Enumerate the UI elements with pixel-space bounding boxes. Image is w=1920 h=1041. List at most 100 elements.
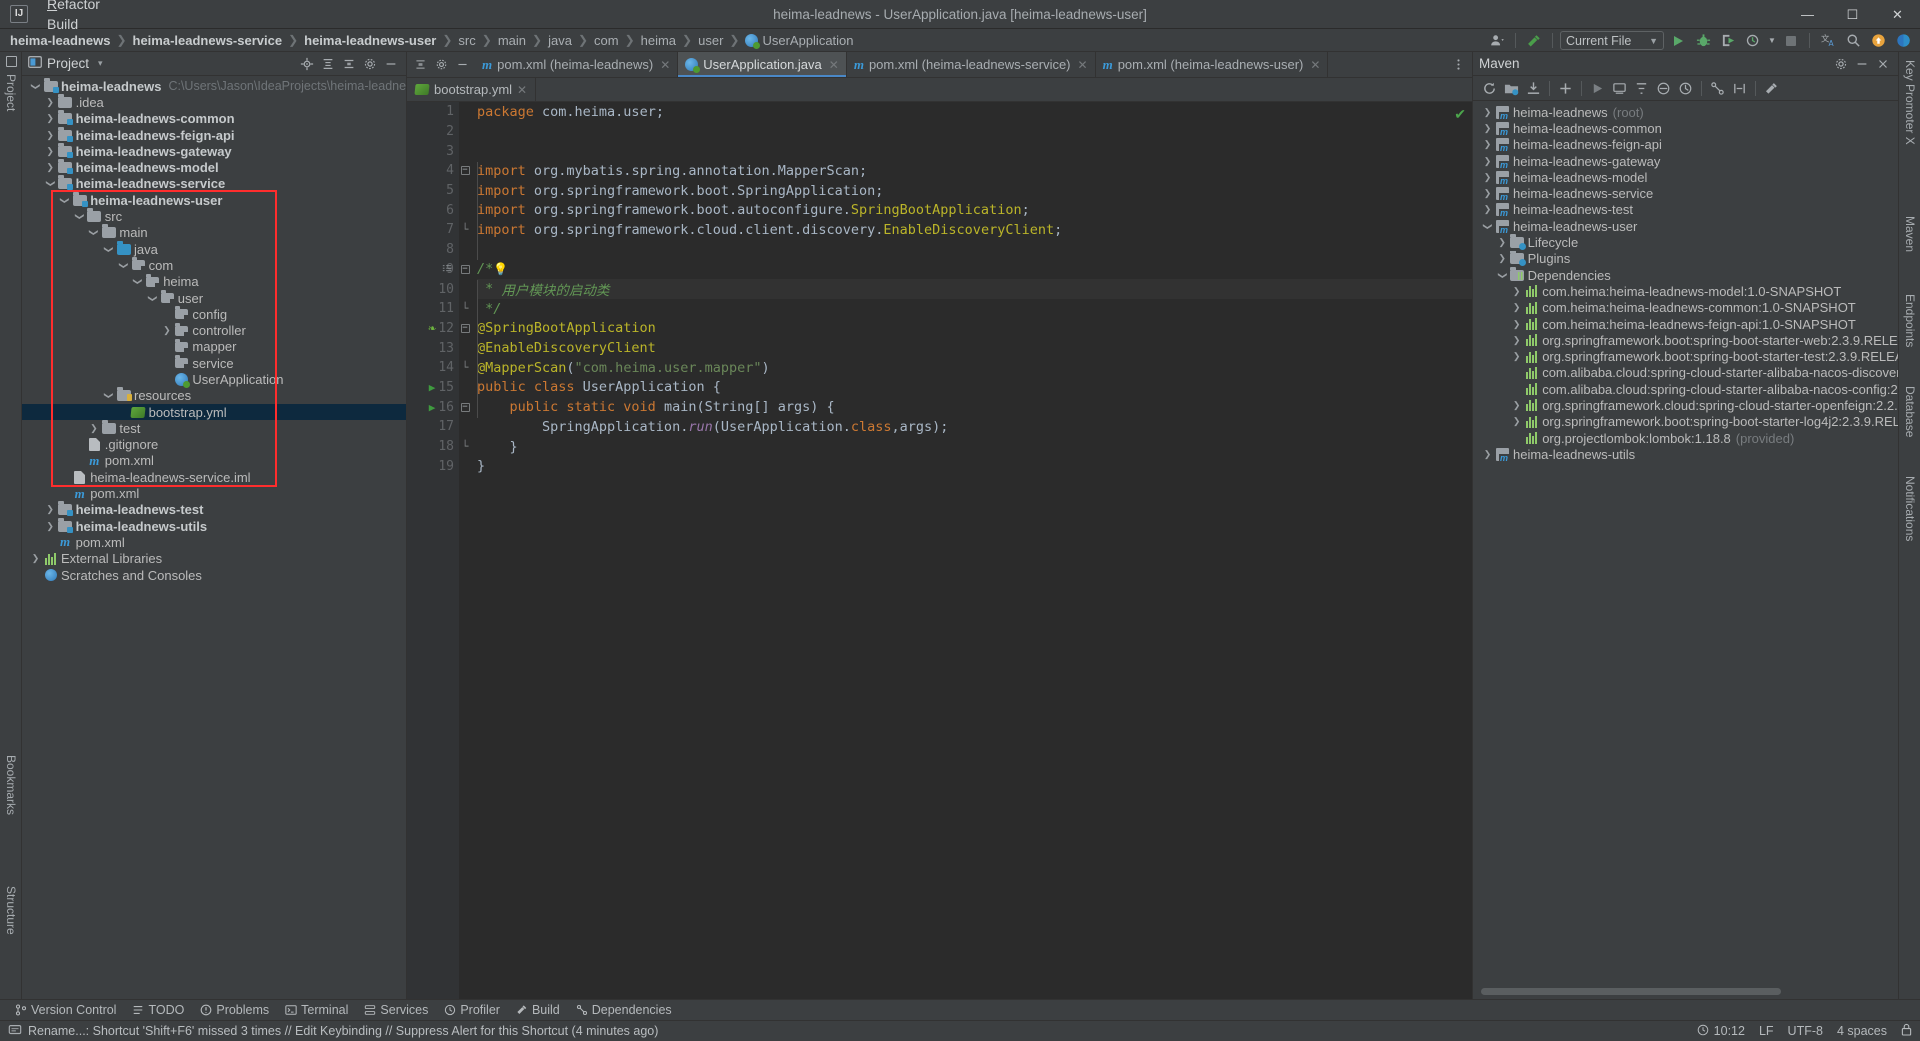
tree-node-selected[interactable]: bootstrap.yml: [22, 404, 406, 420]
breadcrumb-item-heima-leadnews[interactable]: heima-leadnews: [8, 33, 112, 48]
maven-tree-node[interactable]: org.projectlombok:lombok:1.18.8(provided…: [1473, 430, 1898, 446]
stripe-button-notifications[interactable]: Notifications: [1901, 472, 1919, 545]
chevron-right-icon[interactable]: ❯: [1481, 188, 1494, 199]
settings-icon[interactable]: [1761, 78, 1782, 98]
bottom-tool-problems[interactable]: Problems: [193, 1002, 276, 1018]
maven-tree-node[interactable]: ❯com.heima:heima-leadnews-model:1.0-SNAP…: [1473, 283, 1898, 299]
breadcrumb-item-heima[interactable]: heima: [639, 33, 678, 48]
maven-tree-node[interactable]: ❯Lifecycle: [1473, 234, 1898, 250]
tree-node[interactable]: .gitignore: [22, 437, 406, 453]
maven-tree-node[interactable]: ❯heima-leadnews-feign-api: [1473, 137, 1898, 153]
stripe-button-endpoints[interactable]: Endpoints: [1901, 290, 1919, 351]
close-button[interactable]: ✕: [1875, 0, 1920, 29]
tree-node[interactable]: ❯resources: [22, 388, 406, 404]
maven-tree-node[interactable]: ❯org.springframework.boot:spring-boot-st…: [1473, 332, 1898, 348]
collapse-all-icon[interactable]: [411, 56, 429, 74]
debug-icon[interactable]: [1692, 30, 1714, 51]
chevron-right-icon[interactable]: ❯: [1481, 204, 1494, 215]
settings-gear-icon[interactable]: [360, 54, 379, 73]
chevron-down-icon[interactable]: ❯: [74, 210, 85, 223]
chevron-right-icon[interactable]: ❯: [29, 553, 42, 564]
breadcrumb-item-java[interactable]: java: [546, 33, 574, 48]
account-icon[interactable]: [1486, 30, 1508, 51]
maven-tree-node[interactable]: ❯heima-leadnews-user: [1473, 218, 1898, 234]
breadcrumb-item-main[interactable]: main: [496, 33, 528, 48]
chevron-down-icon[interactable]: ❯: [132, 275, 143, 288]
chevron-down-icon[interactable]: ▾: [98, 58, 103, 69]
run-with-coverage-icon[interactable]: [1717, 30, 1739, 51]
chevron-right-icon[interactable]: ❯: [44, 113, 57, 124]
editor-fold-column[interactable]: −└−└−└−└: [459, 102, 471, 999]
status-encoding[interactable]: UTF-8: [1788, 1024, 1823, 1038]
chevron-right-icon[interactable]: ❯: [1510, 302, 1523, 313]
status-indent[interactable]: 4 spaces: [1837, 1024, 1887, 1038]
tree-node[interactable]: ❯src: [22, 208, 406, 224]
chevron-right-icon[interactable]: ❯: [1481, 172, 1494, 183]
bottom-tool-version-control[interactable]: Version Control: [8, 1002, 123, 1018]
maven-tree-node[interactable]: ❯org.springframework.boot:spring-boot-st…: [1473, 348, 1898, 364]
tree-node[interactable]: mpom.xml: [22, 485, 406, 501]
collapse-all-icon[interactable]: [339, 54, 358, 73]
chevron-down-icon[interactable]: ▼: [1767, 30, 1777, 51]
event-log-icon[interactable]: [8, 1023, 22, 1040]
ide-feature-icon[interactable]: [1892, 30, 1914, 51]
maven-horizontal-scrollbar[interactable]: [1481, 988, 1888, 995]
bottom-tool-services[interactable]: Services: [357, 1002, 435, 1018]
maven-tree-node[interactable]: ❯Plugins: [1473, 251, 1898, 267]
maven-tree-node[interactable]: ❯heima-leadnews(root): [1473, 104, 1898, 120]
add-icon[interactable]: [1555, 78, 1576, 98]
breadcrumb-item-userapplication[interactable]: UserApplication: [743, 33, 855, 48]
tree-node[interactable]: ❯heima: [22, 274, 406, 290]
code-fold-marker[interactable]: −: [459, 161, 471, 181]
hide-panel-icon[interactable]: [381, 54, 400, 73]
bottom-tool-profiler[interactable]: Profiler: [437, 1002, 507, 1018]
chevron-down-icon[interactable]: ❯: [45, 177, 56, 190]
tree-node[interactable]: ❯main: [22, 225, 406, 241]
tree-node[interactable]: ❯heima-leadnews-gateway: [22, 143, 406, 159]
maven-tree-node[interactable]: ❯heima-leadnews-common: [1473, 120, 1898, 136]
maven-tree-node[interactable]: ❯Dependencies: [1473, 267, 1898, 283]
close-icon[interactable]: ✕: [517, 83, 527, 97]
tree-node[interactable]: config: [22, 306, 406, 322]
breadcrumb-item-heima-leadnews-user[interactable]: heima-leadnews-user: [302, 33, 438, 48]
tree-node[interactable]: ❯heima-leadnews-utils: [22, 518, 406, 534]
chevron-down-icon[interactable]: ❯: [118, 259, 129, 272]
tree-node[interactable]: Scratches and Consoles: [22, 567, 406, 583]
editor-tab-overflow[interactable]: [1445, 52, 1472, 77]
maven-tree-node[interactable]: ❯heima-leadnews-test: [1473, 202, 1898, 218]
code-fold-marker[interactable]: └: [459, 299, 471, 319]
tree-node[interactable]: ❯controller: [22, 322, 406, 338]
maven-tree-node[interactable]: ❯heima-leadnews-gateway: [1473, 153, 1898, 169]
status-line-separator[interactable]: LF: [1759, 1024, 1774, 1038]
editor-code-text[interactable]: package com.heima.user;import org.mybati…: [471, 102, 1472, 999]
stripe-button-database[interactable]: Database: [1901, 382, 1919, 441]
close-icon[interactable]: ✕: [1310, 58, 1320, 72]
maven-tree-node[interactable]: ❯org.springframework.boot:spring-boot-st…: [1473, 414, 1898, 430]
maven-tree-node[interactable]: ❯org.springframework.cloud:spring-cloud-…: [1473, 397, 1898, 413]
minimize-icon[interactable]: [1852, 54, 1871, 73]
tree-node[interactable]: ❯heima-leadnews-service: [22, 176, 406, 192]
tree-node[interactable]: ❯user: [22, 290, 406, 306]
scrollbar-thumb[interactable]: [1481, 988, 1781, 995]
settings-gear-icon[interactable]: [432, 56, 450, 74]
maximize-button[interactable]: ☐: [1830, 0, 1875, 29]
maven-tree-node[interactable]: ❯heima-leadnews-service: [1473, 185, 1898, 201]
chevron-right-icon[interactable]: ❯: [44, 130, 57, 141]
maven-tree-node[interactable]: ❯heima-leadnews-model: [1473, 169, 1898, 185]
breadcrumb-item-src[interactable]: src: [456, 33, 477, 48]
tree-node[interactable]: ❯test: [22, 420, 406, 436]
lightbulb-intention-icon[interactable]: 💡: [493, 262, 508, 276]
code-fold-marker[interactable]: └: [459, 437, 471, 457]
tree-node[interactable]: UserApplication: [22, 371, 406, 387]
chevron-right-icon[interactable]: ❯: [1510, 416, 1523, 427]
chevron-right-icon[interactable]: ❯: [1481, 139, 1494, 150]
editor-tab-userapplication-java[interactable]: UserApplication.java✕: [678, 52, 847, 77]
code-editor[interactable]: 123456789101112❧131415▶16▶171819 −└−└−└−…: [407, 102, 1472, 999]
editor-tab-pom-xml-heima-leadnews-[interactable]: mpom.xml (heima-leadnews)✕: [475, 52, 678, 77]
doc-comment-icon[interactable]: [441, 264, 453, 274]
editor-tab-pom-xml-heima-leadnews-service-[interactable]: mpom.xml (heima-leadnews-service)✕: [847, 52, 1096, 77]
reload-icon[interactable]: [1479, 78, 1500, 98]
bottom-tool-dependencies[interactable]: Dependencies: [569, 1002, 679, 1018]
editor-gutter[interactable]: 123456789101112❧131415▶16▶171819: [407, 102, 459, 999]
expand-icon[interactable]: [1729, 78, 1750, 98]
